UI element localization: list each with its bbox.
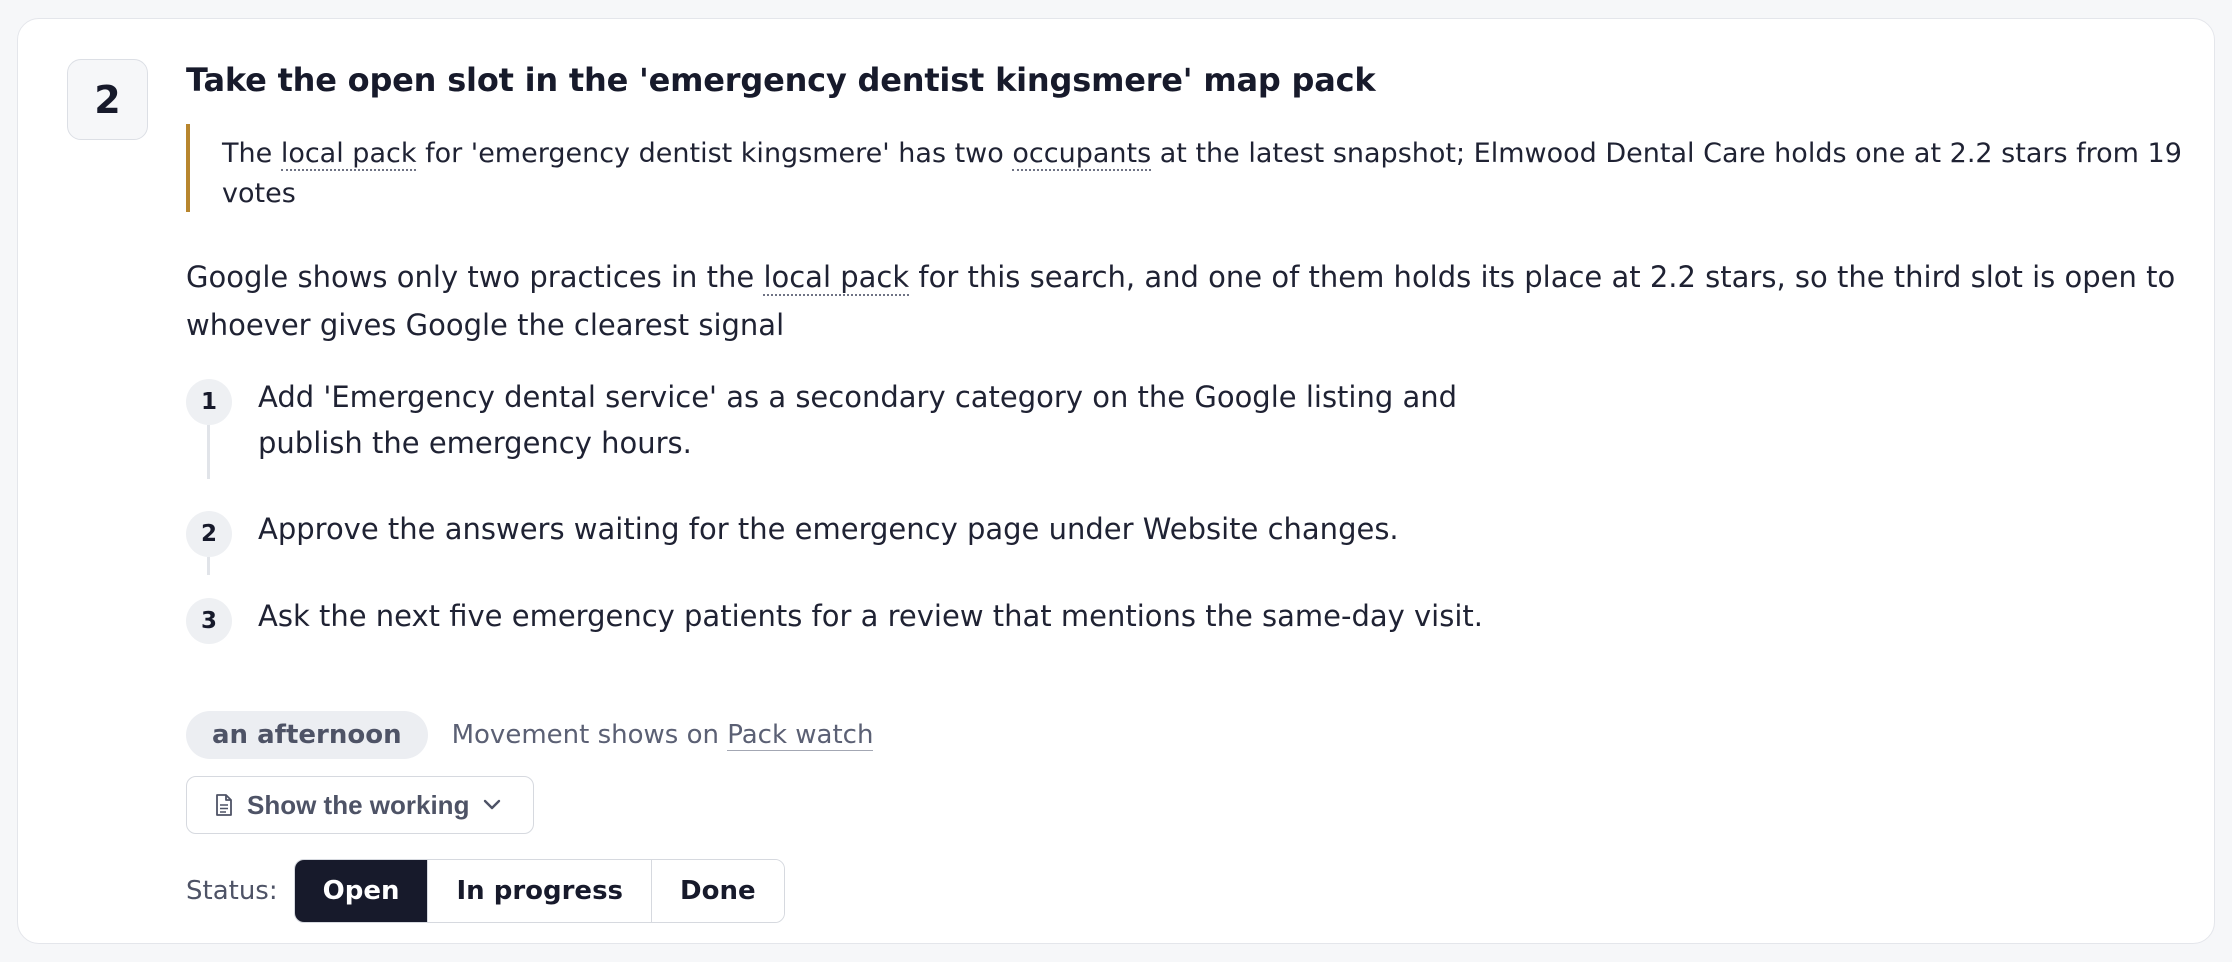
recommendation-title: Take the open slot in the 'emergency den… [186,61,1376,99]
chevron-down-icon [484,799,501,810]
step-number: 3 [186,598,232,644]
step-connector [207,425,210,479]
step-text: Add 'Emergency dental service' as a seco… [258,380,1458,460]
status-segmented-control: Open In progress Done [293,859,785,923]
glossary-term-local-pack[interactable]: local pack [763,260,910,296]
pack-watch-link[interactable]: Pack watch [727,720,874,751]
status-done-button[interactable]: Done [651,860,784,922]
glossary-term-local-pack[interactable]: local pack [280,138,417,171]
effort-badge: an afternoon [186,711,428,759]
status-label: Status: [186,876,278,906]
explanation-text: Google shows only two practices in the l… [186,253,2216,349]
meta-row: an afternoon Movement shows on Pack watc… [186,711,874,759]
glossary-term-occupants[interactable]: occupants [1012,138,1152,171]
step-text: Approve the answers waiting for the emer… [258,512,1399,546]
step-number: 2 [186,511,232,557]
show-working-label: Show the working [247,789,470,820]
document-icon [216,794,232,816]
step-connector [207,557,210,575]
status-open-button[interactable]: Open [294,860,428,922]
quote-text: The [222,138,281,169]
movement-prefix: Movement shows on [451,720,728,750]
show-working-button[interactable]: Show the working [186,776,534,834]
step-number: 1 [186,379,232,425]
status-in-progress-button[interactable]: In progress [427,860,652,922]
recommendation-card: 2 Take the open slot in the 'emergency d… [17,18,2215,944]
lead-text: Google shows only two practices in the [186,260,764,294]
quote-text: for 'emergency dentist kingsmere' has tw… [416,138,1013,169]
movement-note: Movement shows on Pack watch [451,720,874,751]
recommendation-number: 2 [67,59,148,140]
step-text: Ask the next five emergency patients for… [258,599,1483,633]
status-control: Status: Open In progress Done [186,859,785,923]
evidence-quote: The local pack for 'emergency dentist ki… [186,124,2196,212]
